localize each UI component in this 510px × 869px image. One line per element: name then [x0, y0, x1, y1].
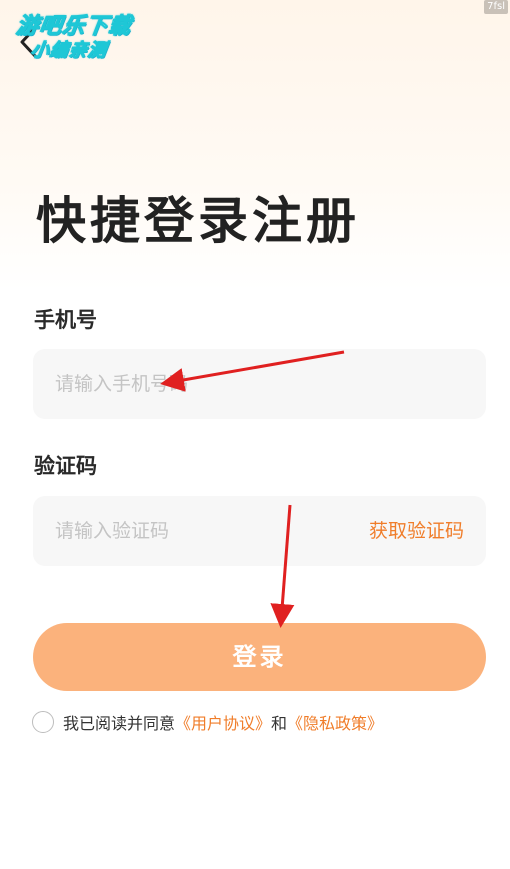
agreement-checkbox[interactable] [32, 711, 54, 733]
phone-input-box [33, 349, 486, 419]
code-label: 验证码 [34, 454, 97, 478]
agreement-prefix: 我已阅读并同意 [63, 714, 176, 733]
agreement-row: 我已阅读并同意 《用户协议》 和 《隐私政策》 [32, 709, 383, 735]
watermark-line2: 小编亲测 [29, 40, 109, 62]
corner-mark: 7fsl [484, 0, 508, 14]
watermark-logo: 游吧乐下载 小编亲测 [10, 14, 158, 72]
phone-input[interactable] [33, 349, 486, 419]
phone-label: 手机号 [34, 308, 97, 332]
watermark-line1: 游吧乐下载 [14, 14, 134, 40]
login-button[interactable]: 登录 [33, 623, 486, 691]
agreement-and: 和 [271, 714, 288, 733]
privacy-policy-link[interactable]: 《隐私政策》 [287, 710, 383, 734]
code-input-box: 获取验证码 [33, 496, 486, 566]
page-title: 快捷登录注册 [36, 192, 360, 250]
get-code-button[interactable]: 获取验证码 [369, 496, 464, 566]
code-input[interactable] [33, 496, 333, 566]
login-page: 游吧乐下载 小编亲测 7fsl 快捷登录注册 手机号 验证码 获取验证码 登录 … [0, 0, 510, 869]
user-agreement-link[interactable]: 《用户协议》 [175, 710, 271, 734]
annotation-arrows [160, 350, 345, 628]
